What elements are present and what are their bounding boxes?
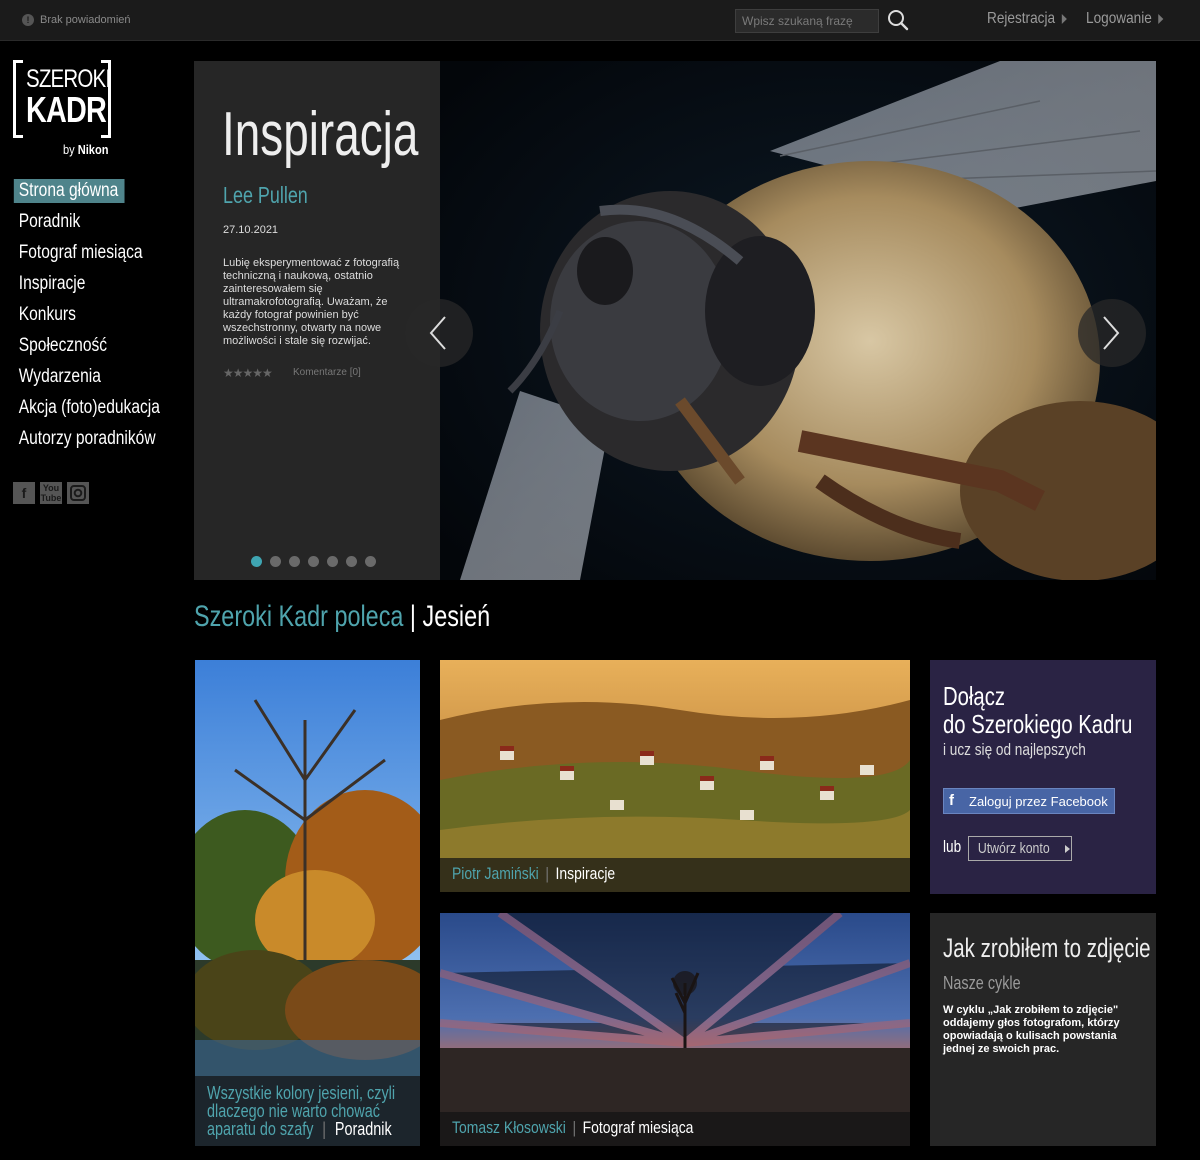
section-title-separator: | <box>403 600 423 633</box>
nav-item-community[interactable]: Społeczność <box>13 333 160 364</box>
join-subtitle: i ucz się od najlepszych <box>943 740 1086 759</box>
main-nav: Strona główna Poradnik Fotograf miesiąca… <box>13 178 192 457</box>
search-input[interactable] <box>735 9 879 33</box>
site-logo[interactable]: SZEROKI KADR by Nikon <box>13 60 113 160</box>
join-title: Dołącz do Szerokiego Kadru <box>943 682 1132 738</box>
facebook-icon[interactable]: f <box>13 482 35 504</box>
autumn-trees-image <box>195 660 420 1146</box>
section-title: Szeroki Kadr poleca | Jesień <box>194 600 490 634</box>
slider-dot[interactable] <box>251 556 262 567</box>
nav-item-photographer-of-month[interactable]: Fotograf miesiąca <box>13 240 160 271</box>
category-link[interactable]: Inspiracje <box>556 864 616 883</box>
top-bar: ! Brak powiadomień Rejestracja Logowanie <box>0 0 1200 41</box>
nav-item-authors[interactable]: Autorzy poradników <box>13 426 160 457</box>
create-account-button[interactable]: Utwórz konto <box>968 836 1072 861</box>
tile-sunset[interactable]: Tomasz Kłosowski | Fotograf miesiąca <box>440 913 910 1146</box>
hero-image-bee[interactable] <box>440 61 1156 580</box>
rating-stars[interactable]: ★★★★★ <box>223 366 273 380</box>
chevron-right-icon <box>1158 14 1164 24</box>
join-title-line-2: do Szerokiego Kadru <box>943 709 1133 739</box>
howto-box[interactable]: Jak zrobiłem to zdjęcie Nasze cykle W cy… <box>930 913 1156 1146</box>
notification-icon: ! <box>22 14 34 26</box>
slider-dot[interactable] <box>365 556 376 567</box>
nav-item-label: Społeczność <box>18 335 108 356</box>
caption-separator: | <box>322 1119 327 1139</box>
caption-separator: | <box>572 1118 577 1137</box>
instagram-icon[interactable] <box>67 482 89 504</box>
notifications[interactable]: ! Brak powiadomień <box>22 14 131 26</box>
logo-brand: Nikon <box>77 142 109 157</box>
slider-prev-button[interactable] <box>405 299 473 367</box>
nav-item-label: Autorzy poradników <box>18 428 156 449</box>
nav-item-home[interactable]: Strona główna <box>13 178 160 209</box>
register-link[interactable]: Rejestracja <box>987 10 1067 28</box>
slider-dot[interactable] <box>270 556 281 567</box>
nav-item-label: Akcja (foto)edukacja <box>18 397 160 418</box>
section-title-main: Szeroki Kadr poleca <box>194 600 404 633</box>
instagram-glyph <box>70 485 86 501</box>
youtube-icon[interactable]: You Tube <box>40 482 62 504</box>
hero-author[interactable]: Lee Pullen <box>223 182 308 209</box>
slider-dot[interactable] <box>308 556 319 567</box>
howto-title: Jak zrobiłem to zdjęcie <box>943 933 1151 963</box>
register-label: Rejestracja <box>987 10 1056 27</box>
author-link[interactable]: Tomasz Kłosowski <box>452 1118 566 1137</box>
caption-separator: | <box>545 864 549 883</box>
chevron-right-icon <box>1103 316 1120 350</box>
hero-date: 27.10.2021 <box>223 224 279 236</box>
tile-autumn-trees[interactable]: Wszystkie kolory jesieni, czyli dlaczego… <box>195 660 420 1146</box>
tile-trees-caption: Wszystkie kolory jesieni, czyli dlaczego… <box>195 1076 420 1146</box>
slider-dots <box>251 556 376 567</box>
facebook-login-label: Zaloguj przez Facebook <box>969 793 1108 809</box>
login-link[interactable]: Logowanie <box>1086 10 1164 28</box>
slider-dot[interactable] <box>289 556 300 567</box>
nav-item-inspirations[interactable]: Inspiracje <box>13 271 160 302</box>
notifications-label: Brak powiadomień <box>40 14 131 26</box>
chevron-right-icon <box>1061 14 1067 24</box>
nav-item-label: Fotograf miesiąca <box>18 242 143 263</box>
facebook-login-button[interactable]: f Zaloguj przez Facebook <box>943 788 1115 814</box>
article-category[interactable]: Poradnik <box>335 1119 392 1139</box>
slider-dot[interactable] <box>327 556 338 567</box>
slider-dot[interactable] <box>346 556 357 567</box>
chevron-left-icon <box>429 316 446 350</box>
nav-item-guide[interactable]: Poradnik <box>13 209 160 240</box>
comments-link[interactable]: Komentarze [0] <box>293 367 361 378</box>
nav-item-contest[interactable]: Konkurs <box>13 302 160 333</box>
category-link[interactable]: Fotograf miesiąca <box>583 1118 694 1137</box>
hero-description: Lubię eksperymentować z fotografią techn… <box>223 257 400 347</box>
logo-bracket-left <box>13 60 23 138</box>
logo-by: by <box>63 142 75 157</box>
logo-byline: by Nikon <box>63 142 108 157</box>
nav-item-events[interactable]: Wydarzenia <box>13 364 160 395</box>
nav-item-label: Strona główna <box>13 179 125 203</box>
search-icon <box>888 10 909 31</box>
hero-info-panel: Inspiracja Lee Pullen 27.10.2021 Lubię e… <box>194 61 440 580</box>
slider-next-button[interactable] <box>1078 299 1146 367</box>
tile-sunset-caption: Tomasz Kłosowski | Fotograf miesiąca <box>440 1112 910 1146</box>
join-title-line-1: Dołącz <box>943 681 1005 711</box>
chevron-right-icon <box>1065 844 1071 853</box>
hero-slider: Inspiracja Lee Pullen 27.10.2021 Lubię e… <box>194 61 1156 580</box>
tile-village-caption: Piotr Jamiński | Inspiracje <box>440 858 910 892</box>
tile-village[interactable]: Piotr Jamiński | Inspiracje <box>440 660 910 892</box>
create-account-label: Utwórz konto <box>977 840 1050 857</box>
hero-title[interactable]: Inspiracja <box>222 99 418 170</box>
nav-item-label: Poradnik <box>18 211 81 232</box>
section-title-topic: Jesień <box>422 600 491 633</box>
social-links: f You Tube <box>13 482 89 504</box>
logo-line-2: KADR <box>26 89 107 130</box>
nav-item-label: Konkurs <box>18 304 76 325</box>
howto-subtitle: Nasze cykle <box>943 973 1021 993</box>
join-box: Dołącz do Szerokiego Kadru i ucz się od n… <box>930 660 1156 894</box>
nav-item-label: Inspiracje <box>18 273 86 294</box>
nav-item-label: Wydarzenia <box>18 366 101 387</box>
author-link[interactable]: Piotr Jamiński <box>452 864 539 883</box>
or-label: lub <box>943 837 962 856</box>
login-label: Logowanie <box>1086 10 1152 27</box>
howto-description: W cyklu „Jak zrobiłem to zdjęcie" oddaje… <box>943 1004 1120 1055</box>
search-button[interactable] <box>886 8 910 32</box>
facebook-icon: f <box>949 792 954 809</box>
nav-item-photo-education[interactable]: Akcja (foto)edukacja <box>13 395 160 426</box>
